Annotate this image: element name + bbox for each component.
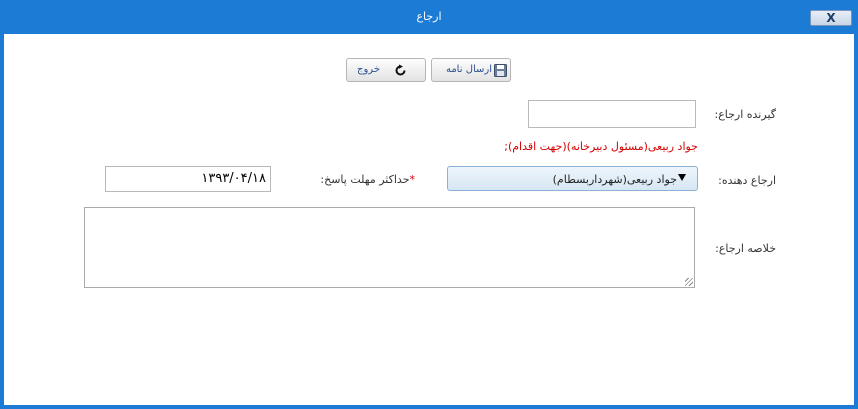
summary-textarea[interactable] [84, 207, 695, 288]
dropdown-arrow-icon [678, 174, 686, 181]
title-bar: ارجاع X [0, 0, 858, 34]
send-letter-button[interactable]: ارسال نامه [431, 58, 511, 82]
deadline-label-wrap: *حداکثر مهلت پاسخ: [320, 173, 415, 186]
deadline-label: حداکثر مهلت پاسخ: [320, 173, 410, 186]
circular-arrow-icon [395, 64, 406, 76]
recipient-input[interactable] [528, 100, 696, 128]
floppy-disk-icon [494, 64, 507, 77]
close-button[interactable]: X [810, 10, 852, 26]
resize-grip-icon[interactable] [685, 278, 693, 286]
dialog-content: ارسال نامه خروج گیرنده ارجاع: جواد ربیعی… [4, 34, 854, 405]
referrer-selected-value: جواد ربیعی(شهرداربسطام) [552, 173, 677, 186]
exit-label: خروج [357, 64, 380, 75]
summary-label: خلاصه ارجاع: [715, 242, 776, 255]
referrer-select[interactable]: جواد ربیعی(شهرداربسطام) [447, 166, 698, 191]
referrer-label: ارجاع دهنده: [718, 174, 776, 187]
required-mark: * [409, 173, 416, 186]
exit-button[interactable]: خروج [346, 58, 426, 82]
recipient-label: گیرنده ارجاع: [714, 108, 776, 121]
deadline-date-input[interactable]: ۱۳۹۳/۰۴/۱۸ [105, 166, 271, 192]
dialog-title: ارجاع [416, 10, 442, 23]
recipient-summary: جواد ربیعی(مسئول دبیرخانه)(جهت اقدام); [504, 140, 698, 153]
referral-dialog: ارجاع X ارسال نامه خروج گیرنده ارجاع: جو… [0, 0, 858, 409]
send-letter-label: ارسال نامه [445, 64, 492, 75]
